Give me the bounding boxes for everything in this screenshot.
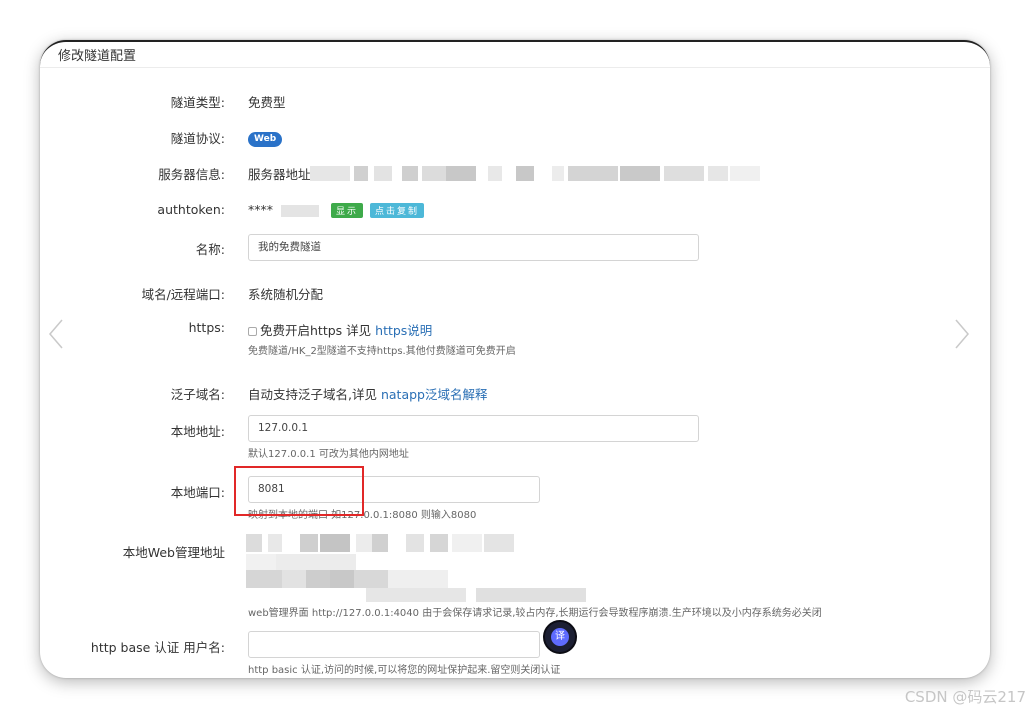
tunnel-type-label: 隧道类型: — [170, 95, 225, 110]
name-input[interactable]: 我的免费隧道 — [248, 234, 699, 261]
authtoken-label: authtoken: — [157, 202, 225, 217]
wildcard-text: 自动支持泛子域名,详见 — [248, 387, 377, 402]
tunnel-protocol-value: Web — [248, 129, 283, 147]
local-port-label: 本地端口: — [170, 485, 225, 500]
tunnel-protocol-label: 隧道协议: — [170, 131, 225, 146]
http-auth-user-input[interactable] — [248, 631, 540, 658]
server-info-value: 服务器地址: — [248, 167, 315, 182]
web-admin-hint: web管理界面 http://127.0.0.1:4040 由于会保存请求记录,… — [248, 608, 822, 619]
translate-icon: 译 — [551, 628, 569, 646]
authtoken-masked: **** — [248, 202, 273, 217]
local-addr-label: 本地地址: — [170, 424, 225, 439]
https-value: 免费开启https 详见 https说明 — [248, 320, 432, 339]
show-token-button[interactable]: 显示 — [330, 203, 363, 218]
domain-port-value: 系统随机分配 — [248, 287, 324, 302]
tunnel-config-panel: 修改隧道配置 隧道类型: 免费型 隧道协议: Web 服务器信息: 服务器地址: — [40, 40, 990, 678]
watermark: CSDN @码云217 — [904, 688, 1026, 706]
chevron-right-icon[interactable] — [952, 318, 972, 350]
https-hint: 免费隧道/HK_2型隧道不支持https.其他付费隧道可免费开启 — [248, 346, 516, 357]
screenshot-frame: 修改隧道配置 隧道类型: 免费型 隧道协议: Web 服务器信息: 服务器地址: — [0, 0, 1030, 716]
web-admin-label: 本地Web管理地址 — [122, 545, 225, 560]
https-doc-link[interactable]: https说明 — [375, 323, 432, 338]
local-addr-input[interactable]: 127.0.0.1 — [248, 415, 699, 442]
http-auth-user-label: http base 认证 用户名: — [90, 640, 225, 655]
panel-heading: 修改隧道配置 — [40, 42, 990, 68]
chevron-left-icon[interactable] — [46, 318, 66, 350]
http-auth-user-hint: http basic 认证,访问的时候,可以将您的网址保护起来.留空则关闭认证 — [248, 665, 561, 676]
domain-port-label: 域名/远程端口: — [141, 287, 225, 302]
translate-button[interactable]: 译 — [543, 620, 577, 654]
https-label: https: — [188, 320, 225, 335]
server-info-label: 服务器信息: — [158, 167, 225, 182]
authtoken-redacted — [280, 204, 319, 217]
local-addr-hint: 默认127.0.0.1 可改为其他内网地址 — [248, 449, 409, 460]
panel-title: 修改隧道配置 — [58, 49, 137, 64]
name-label: 名称: — [195, 242, 225, 257]
wildcard-label: 泛子域名: — [170, 387, 225, 402]
wildcard-value: 自动支持泛子域名,详见 natapp泛域名解释 — [248, 384, 487, 403]
https-checkbox-label: 免费开启https 详见 — [260, 323, 372, 338]
https-checkbox[interactable] — [248, 327, 257, 336]
authtoken-value: **** 显示 点击复制 — [248, 202, 424, 218]
copy-token-button[interactable]: 点击复制 — [369, 203, 424, 218]
wildcard-doc-link[interactable]: natapp泛域名解释 — [381, 387, 488, 402]
protocol-badge: Web — [248, 132, 283, 147]
tunnel-type-value: 免费型 — [248, 95, 286, 110]
highlight-box — [234, 466, 364, 516]
